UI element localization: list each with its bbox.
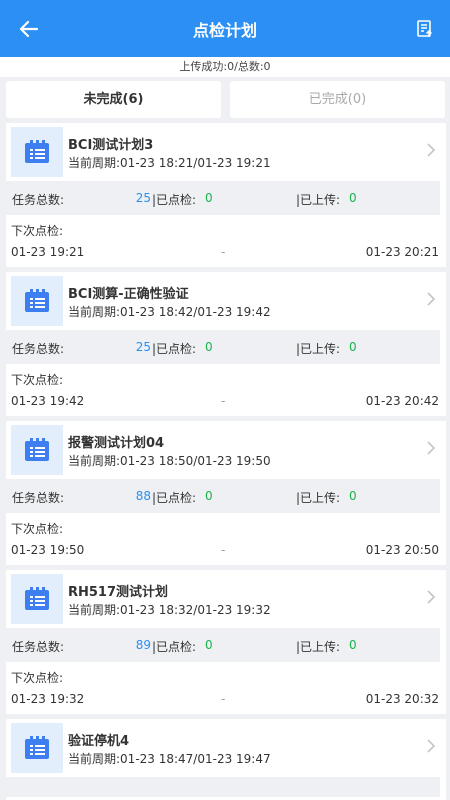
plan-name: 验证停机4: [68, 734, 130, 749]
next-check-end: 01-23 20:32: [365, 692, 439, 706]
total-value: 25: [135, 191, 151, 205]
next-check-label: 下次点检:: [11, 671, 64, 685]
next-check-label: 下次点检:: [11, 373, 64, 387]
uploaded-value: 0: [349, 489, 357, 503]
plan-name: 报警测试计划04: [68, 436, 165, 451]
plan-period: 当前周期:01-23 18:50/01-23 19:50: [68, 454, 271, 468]
range-dash: -: [221, 543, 226, 557]
plan-stats: 任务总数: 25 |已点检: 0 |已上传: 0: [6, 330, 440, 364]
clipboard-list-icon: [25, 587, 49, 610]
plan-icon-box: [11, 723, 63, 773]
chevron-right-icon: [427, 441, 436, 455]
clipboard-list-icon: [25, 438, 49, 461]
upload-list-icon: [417, 20, 433, 37]
plan-card[interactable]: BCI测算-正确性验证 当前周期:01-23 18:42/01-23 19:42…: [6, 272, 446, 416]
next-check-end: 01-23 20:50: [365, 543, 439, 557]
app-header: 点检计划: [0, 0, 450, 57]
plan-name: BCI测算-正确性验证: [68, 287, 189, 302]
checked-label: |已点检:: [152, 491, 197, 505]
plan-icon-box: [11, 127, 63, 177]
clipboard-list-icon: [25, 289, 49, 312]
checked-label: |已点检:: [152, 342, 197, 356]
upload-status: 上传成功:0/总数:0: [0, 57, 450, 77]
tab-incomplete[interactable]: 未完成(6): [6, 81, 221, 118]
plan-card[interactable]: 验证停机4 当前周期:01-23 18:47/01-23 19:47: [6, 719, 446, 800]
uploaded-label: |已上传:: [296, 640, 341, 654]
plan-period: 当前周期:01-23 18:32/01-23 19:32: [68, 603, 271, 617]
uploaded-label: |已上传:: [296, 491, 341, 505]
checked-value: 0: [205, 638, 213, 652]
tab-completed[interactable]: 已完成(0): [230, 81, 445, 118]
total-value: 25: [135, 340, 151, 354]
plan-icon-box: [11, 276, 63, 326]
next-check-label: 下次点检:: [11, 224, 64, 238]
range-dash: -: [221, 692, 226, 706]
upload-button[interactable]: [410, 14, 440, 44]
checked-value: 0: [205, 489, 213, 503]
tab-bar: 未完成(6) 已完成(0): [0, 77, 450, 122]
page-title: 点检计划: [192, 21, 257, 40]
total-label: 任务总数:: [12, 342, 65, 356]
uploaded-label: |已上传:: [296, 193, 341, 207]
total-value: 89: [135, 638, 151, 652]
plan-period: 当前周期:01-23 18:47/01-23 19:47: [68, 752, 271, 766]
range-dash: -: [221, 394, 226, 408]
total-value: 88: [135, 489, 151, 503]
next-check-start: 01-23 19:50: [11, 543, 85, 557]
chevron-right-icon: [427, 739, 436, 753]
checked-label: |已点检:: [152, 193, 197, 207]
checked-label: |已点检:: [152, 640, 197, 654]
plan-period: 当前周期:01-23 18:21/01-23 19:21: [68, 156, 271, 170]
uploaded-value: 0: [349, 191, 357, 205]
next-check-end: 01-23 20:21: [365, 245, 439, 259]
plan-icon-box: [11, 574, 63, 624]
plan-card[interactable]: 报警测试计划04 当前周期:01-23 18:50/01-23 19:50 任务…: [6, 421, 446, 565]
total-label: 任务总数:: [12, 640, 65, 654]
plan-period: 当前周期:01-23 18:42/01-23 19:42: [68, 305, 271, 319]
plan-stats: 任务总数: 89 |已点检: 0 |已上传: 0: [6, 628, 440, 662]
next-check-end: 01-23 20:42: [365, 394, 439, 408]
plan-card[interactable]: BCI测试计划3 当前周期:01-23 18:21/01-23 19:21 任务…: [6, 123, 446, 267]
chevron-right-icon: [427, 292, 436, 306]
chevron-right-icon: [427, 590, 436, 604]
plan-icon-box: [11, 425, 63, 475]
clipboard-list-icon: [25, 140, 49, 163]
plan-stats: [6, 777, 440, 797]
clipboard-list-icon: [25, 736, 49, 759]
next-check-start: 01-23 19:32: [11, 692, 85, 706]
uploaded-value: 0: [349, 340, 357, 354]
next-check-start: 01-23 19:42: [11, 394, 85, 408]
plan-card[interactable]: RH517测试计划 当前周期:01-23 18:32/01-23 19:32 任…: [6, 570, 446, 714]
plan-name: BCI测试计划3: [68, 138, 154, 153]
total-label: 任务总数:: [12, 193, 65, 207]
uploaded-value: 0: [349, 638, 357, 652]
uploaded-label: |已上传:: [296, 342, 341, 356]
checked-value: 0: [205, 340, 213, 354]
plan-stats: 任务总数: 25 |已点检: 0 |已上传: 0: [6, 181, 440, 215]
plan-stats: 任务总数: 88 |已点检: 0 |已上传: 0: [6, 479, 440, 513]
range-dash: -: [221, 245, 226, 259]
total-label: 任务总数:: [12, 491, 65, 505]
plan-name: RH517测试计划: [68, 585, 169, 600]
next-check-start: 01-23 19:21: [11, 245, 85, 259]
checked-value: 0: [205, 191, 213, 205]
next-check-label: 下次点检:: [11, 522, 64, 536]
chevron-right-icon: [427, 143, 436, 157]
